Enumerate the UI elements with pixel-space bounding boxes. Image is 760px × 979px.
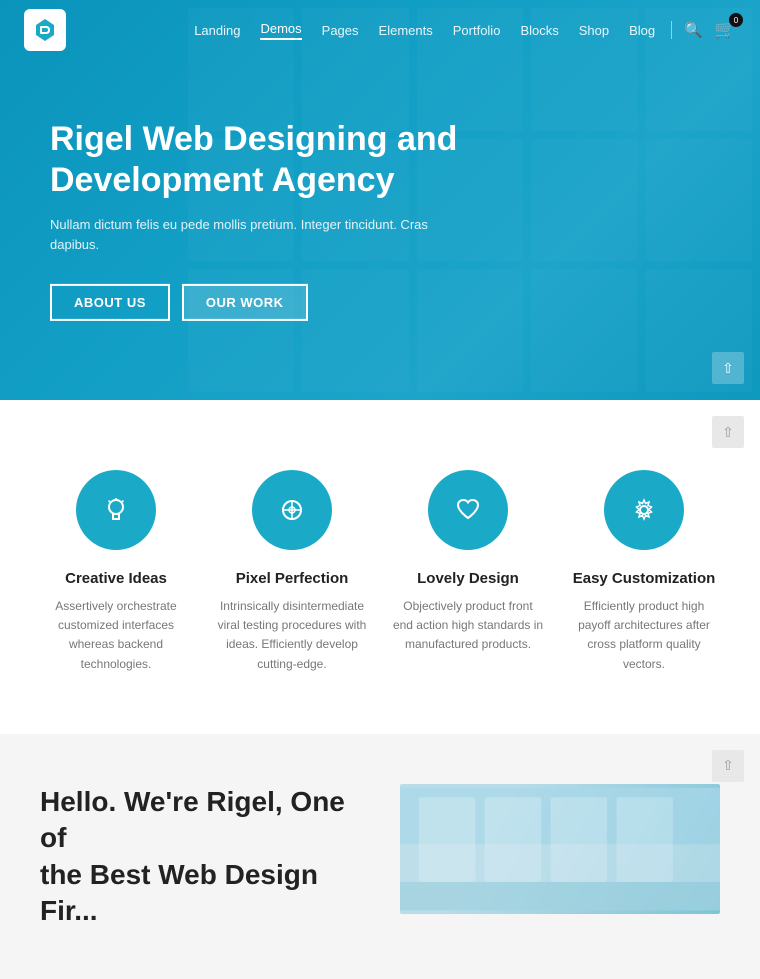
cart-count: 0 [729,13,743,27]
feature-desc-4: Efficiently product high payoff architec… [568,597,720,674]
easy-customization-icon [604,470,684,550]
feature-desc-3: Objectively product front end action hig… [392,597,544,655]
scroll-top-button[interactable]: ⇧ [712,352,744,384]
feature-title-4: Easy Customization [568,570,720,587]
about-us-button[interactable]: ABOUT US [50,284,170,321]
nav-landing[interactable]: Landing [194,23,240,38]
navbar-divider [671,21,672,39]
nav-demos[interactable]: Demos [260,21,301,40]
hero-subtitle: Nullam dictum felis eu pede mollis preti… [50,215,430,257]
cart-icon[interactable]: 🛒 0 [715,20,736,40]
nav-links: Landing Demos Pages Elements Portfolio B… [194,21,655,40]
feature-title-3: Lovely Design [392,570,544,587]
feature-lovely-design: Lovely Design Objectively product front … [392,470,544,674]
about-section: ⇧ Hello. We're Rigel, One of the Best We… [0,734,760,979]
feature-pixel-perfection: Pixel Perfection Intrinsically disinterm… [216,470,368,674]
hero-section: Landing Demos Pages Elements Portfolio B… [0,0,760,400]
feature-creative-ideas: Creative Ideas Assertively orchestrate c… [40,470,192,674]
creative-ideas-icon [76,470,156,550]
feature-desc-2: Intrinsically disintermediate viral test… [216,597,368,674]
nav-elements[interactable]: Elements [379,23,433,38]
scroll-top-button-3[interactable]: ⇧ [712,750,744,782]
nav-shop[interactable]: Shop [579,23,609,38]
pixel-perfection-icon [252,470,332,550]
navbar: Landing Demos Pages Elements Portfolio B… [0,0,760,60]
search-icon[interactable]: 🔍 [684,21,703,39]
scroll-top-button-2[interactable]: ⇧ [712,416,744,448]
nav-blocks[interactable]: Blocks [520,23,558,38]
nav-portfolio[interactable]: Portfolio [453,23,501,38]
hero-title: Rigel Web Designing and Development Agen… [50,119,470,201]
about-image-inner [400,784,720,914]
navbar-icons: 🔍 🛒 0 [671,20,736,40]
about-image [400,784,720,914]
nav-blog[interactable]: Blog [629,23,655,38]
logo[interactable] [24,9,66,51]
feature-desc-1: Assertively orchestrate customized inter… [40,597,192,674]
about-text: Hello. We're Rigel, One of the Best Web … [40,784,360,940]
feature-easy-customization: Easy Customization Efficiently product h… [568,470,720,674]
features-grid: Creative Ideas Assertively orchestrate c… [40,470,720,674]
feature-title-2: Pixel Perfection [216,570,368,587]
about-title: Hello. We're Rigel, One of the Best Web … [40,784,360,930]
feature-title-1: Creative Ideas [40,570,192,587]
lovely-design-icon [428,470,508,550]
nav-pages[interactable]: Pages [322,23,359,38]
hero-content: Rigel Web Designing and Development Agen… [50,119,470,321]
our-work-button[interactable]: OUR WORK [182,284,308,321]
hero-buttons: ABOUT US OUR WORK [50,284,470,321]
features-section: ⇧ Creative Ideas Assertively orchestrate… [0,400,760,734]
